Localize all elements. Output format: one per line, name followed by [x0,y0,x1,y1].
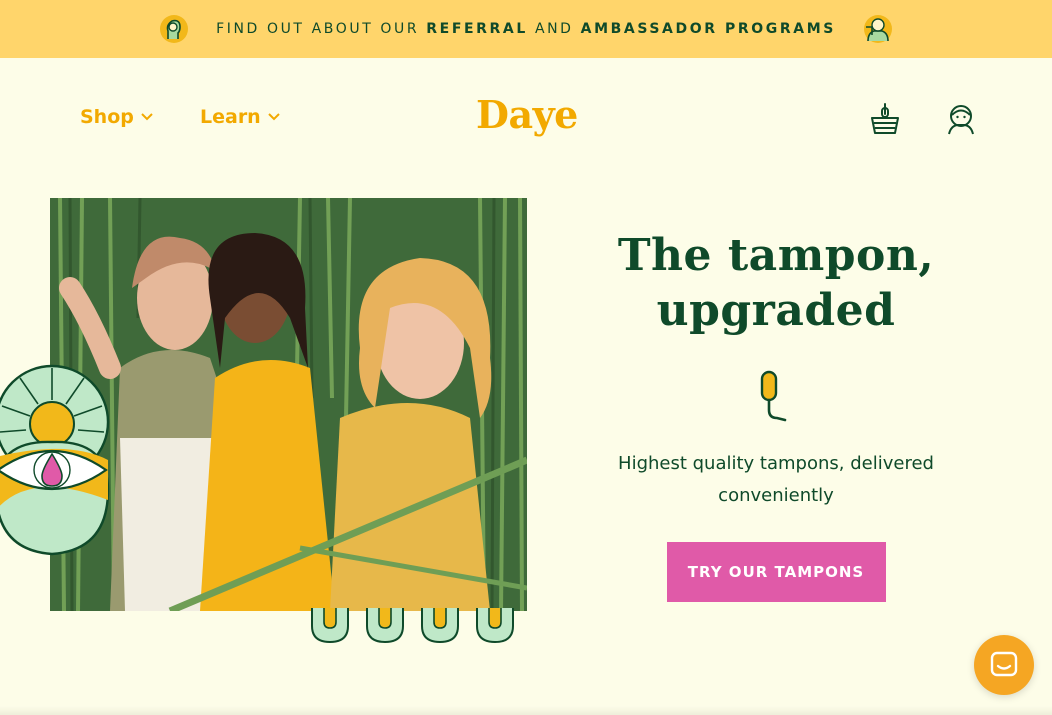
main-navigation: Shop Learn Daye [0,58,1052,178]
promo-text[interactable]: Find out about our Referral and Ambassad… [216,21,836,37]
hero-title-line-2: upgraded [656,285,896,336]
chat-icon [990,651,1018,677]
chevron-down-icon [268,113,280,121]
hero-title-line-1: The tampon, [617,230,935,281]
decorative-pills-icon [311,608,514,644]
nav-learn[interactable]: Learn [200,106,281,128]
lightbulb-hand-icon [160,15,189,43]
hero-copy: The tampon, upgraded Highest quality tam… [600,198,952,602]
hero-subtitle: Highest quality tampons, delivered conve… [618,453,934,506]
nav-learn-label: Learn [200,106,261,128]
account-avatar-icon[interactable] [945,102,977,136]
nav-shop[interactable]: Shop [80,106,154,128]
basket-icon[interactable] [869,102,901,136]
promo-banner[interactable]: Find out about our Referral and Ambassad… [0,0,1052,58]
section-divider [0,706,1052,715]
try-our-tampons-button[interactable]: Try our tampons [666,542,886,602]
promo-text-and: and [534,21,574,37]
tampon-icon [760,370,787,422]
ambassador-icon [863,15,892,43]
sun-drop-badge-icon [0,364,110,556]
promo-ambassador: Ambassador Programs [580,21,836,37]
promo-text-1: Find out about our [216,21,420,37]
promo-referral: Referral [426,21,528,37]
hero-title: The tampon, upgraded [600,228,952,338]
logo[interactable]: Daye [476,92,578,137]
nav-shop-label: Shop [80,106,134,128]
hero-photo-illustration [50,198,527,611]
chat-button[interactable] [974,635,1034,695]
chevron-down-icon [141,113,153,121]
hero-image [50,198,527,611]
